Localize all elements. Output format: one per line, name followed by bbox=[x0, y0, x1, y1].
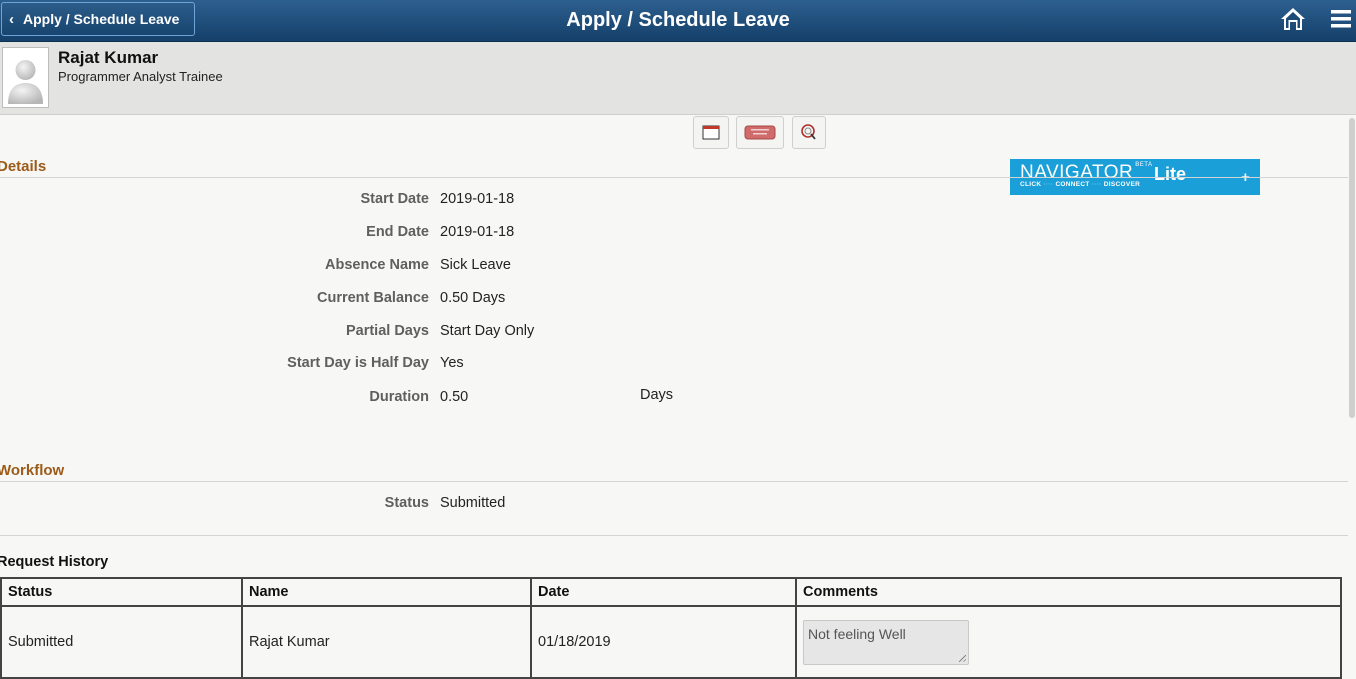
absence-name-label: Absence Name bbox=[325, 257, 429, 273]
comments-textarea[interactable]: Not feeling Well bbox=[803, 619, 969, 665]
calendar-button[interactable] bbox=[693, 116, 729, 149]
request-history-title: Request History bbox=[0, 554, 109, 570]
column-header-name: Name bbox=[241, 577, 532, 607]
column-header-status: Status bbox=[0, 577, 243, 607]
home-icon[interactable] bbox=[1280, 6, 1306, 32]
person-silhouette-icon bbox=[8, 60, 43, 104]
partial-days-value: Start Day Only bbox=[440, 323, 535, 339]
table-row: Submitted Rajat Kumar 01/18/2019 Not fee… bbox=[0, 605, 1342, 679]
half-day-label: Start Day is Half Day bbox=[287, 355, 429, 371]
employee-name: Rajat Kumar bbox=[58, 48, 159, 67]
divider bbox=[0, 177, 1348, 178]
comments-text: Not feeling Well bbox=[808, 625, 906, 642]
balances-button[interactable] bbox=[736, 116, 784, 149]
search-history-icon bbox=[801, 124, 816, 140]
row-name: Rajat Kumar bbox=[241, 605, 532, 679]
table-header-row: Status Name Date Comments bbox=[0, 577, 1342, 607]
column-header-comments: Comments bbox=[795, 577, 1342, 607]
row-comments-cell: Not feeling Well bbox=[795, 605, 1342, 679]
workflow-status-label: Status bbox=[384, 495, 429, 511]
avatar bbox=[2, 47, 49, 108]
row-date: 01/18/2019 bbox=[530, 605, 797, 679]
workflow-section-title: Workflow bbox=[0, 462, 65, 479]
end-date-label: End Date bbox=[366, 224, 429, 240]
hamburger-menu-icon[interactable] bbox=[1330, 8, 1352, 30]
current-balance-label: Current Balance bbox=[316, 290, 429, 306]
row-status: Submitted bbox=[0, 605, 243, 679]
workflow-status-value: Submitted bbox=[440, 495, 506, 511]
balance-badge-icon bbox=[744, 125, 776, 140]
header-bar: ‹ Apply / Schedule Leave Apply / Schedul… bbox=[0, 0, 1356, 42]
divider bbox=[0, 535, 1348, 536]
duration-label: Duration bbox=[369, 389, 429, 405]
start-date-label: Start Date bbox=[360, 191, 430, 207]
details-section-title: Details bbox=[0, 158, 47, 175]
page-title: Apply / Schedule Leave bbox=[566, 9, 790, 31]
divider bbox=[0, 481, 1348, 482]
navigator-lite-label: Lite bbox=[1154, 164, 1187, 184]
vertical-scrollbar[interactable] bbox=[1349, 118, 1355, 418]
partial-days-label: Partial Days bbox=[345, 323, 429, 339]
half-day-value: Yes bbox=[440, 355, 464, 371]
absence-name-value: Sick Leave bbox=[440, 257, 511, 273]
column-header-date: Date bbox=[530, 577, 797, 607]
request-history-table: Status Name Date Comments Submitted Raja… bbox=[0, 577, 1342, 679]
current-balance-value: 0.50 Days bbox=[440, 290, 506, 306]
start-date-value: 2019-01-18 bbox=[440, 191, 515, 207]
resize-grip-icon[interactable] bbox=[959, 654, 966, 662]
navigator-tagline: CLICK ···· CONNECT ···· DISCOVER bbox=[1020, 181, 1141, 188]
end-date-value: 2019-01-18 bbox=[440, 224, 515, 240]
calendar-icon bbox=[702, 125, 720, 140]
view-history-button[interactable] bbox=[792, 116, 826, 149]
duration-unit: Days bbox=[640, 387, 674, 403]
employee-job-title: Programmer Analyst Trainee bbox=[58, 69, 223, 84]
employee-banner: Rajat Kumar Programmer Analyst Trainee bbox=[0, 42, 1356, 115]
duration-value: 0.50 bbox=[440, 389, 469, 405]
